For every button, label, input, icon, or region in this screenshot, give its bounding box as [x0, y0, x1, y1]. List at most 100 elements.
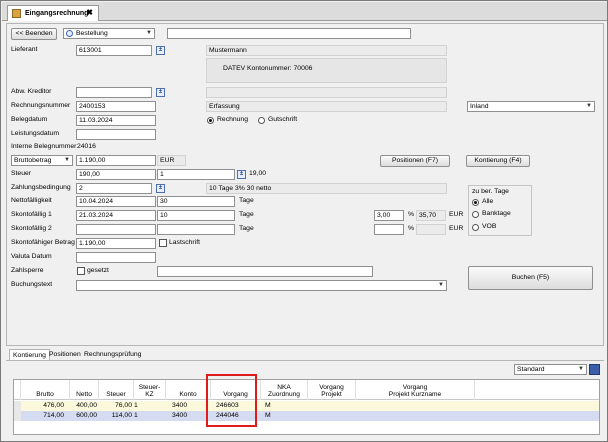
skonto1-amount: 35,70	[416, 210, 446, 221]
lieferant-name: Mustermann	[206, 45, 447, 56]
kontierung-table: Brutto Netto Steuer Steuer- KZ Konto Vor…	[13, 379, 600, 435]
tab-kontierung[interactable]: Kontierung	[9, 349, 50, 360]
percent-label: %	[408, 211, 415, 218]
nettofaelligkeit-label: Nettofälligkeit	[11, 197, 52, 204]
cell-kz: 1	[134, 402, 138, 409]
document-tab-bar: Eingangsrechnung ✖	[2, 2, 607, 21]
rechnungsnummer-label: Rechnungsnummer	[11, 102, 71, 109]
tab-positionen[interactable]: Positionen	[46, 349, 84, 360]
radio-banktage[interactable]	[472, 211, 479, 218]
interne-belegnummer-value: 24016	[77, 143, 96, 150]
zahlungsbedingung-input[interactable]: 2	[76, 183, 152, 194]
tab-eingangsrechnung[interactable]: Eingangsrechnung ✖	[7, 5, 99, 21]
row-indicator	[14, 411, 21, 421]
nettofaelligkeit-input[interactable]: 10.04.2024	[76, 196, 156, 207]
radio-gutschrift[interactable]	[258, 117, 265, 124]
col-konto[interactable]: Konto	[166, 380, 211, 400]
kontierung-button[interactable]: Kontierung (F4)	[466, 155, 530, 167]
invoice-form: << Beenden Bestellung ▼ Lieferant 613001…	[6, 23, 604, 346]
percent-label: %	[408, 225, 415, 232]
grid-settings-icon[interactable]	[589, 364, 600, 375]
buchen-button[interactable]: Buchen (F5)	[468, 266, 593, 290]
skonto2-label: Skontofällig 2	[11, 225, 52, 232]
chevron-down-icon: ▼	[578, 366, 584, 372]
table-row[interactable]: 476,00 400,00 76,00 1 3400 246603 M	[14, 401, 599, 411]
cell-netto: 400,00	[76, 402, 97, 409]
currency-label: EUR	[449, 211, 464, 218]
leistungsdatum-label: Leistungsdatum	[11, 130, 59, 137]
radio-banktage-label: Banktage	[482, 210, 511, 217]
lieferant-picker-icon[interactable]: ±	[156, 46, 165, 55]
radio-alle[interactable]	[472, 199, 479, 206]
col-netto[interactable]: Netto	[70, 380, 99, 400]
lieferant-label: Lieferant	[11, 46, 38, 53]
col-steuer[interactable]: Steuer	[99, 380, 134, 400]
zahlsperre-checkbox[interactable]	[77, 267, 85, 275]
radio-vob-label: VOB	[482, 223, 497, 230]
col-steuer-kz[interactable]: Steuer- KZ	[134, 380, 166, 400]
skonto1-days-input[interactable]: 10	[157, 210, 235, 221]
leistungsdatum-input[interactable]	[76, 129, 156, 140]
info-icon	[66, 30, 73, 37]
skonto1-percent-input[interactable]: 3,00	[374, 210, 404, 221]
mode-select[interactable]: Bestellung ▼	[63, 28, 155, 39]
chevron-down-icon: ▼	[146, 30, 152, 36]
steuer-input[interactable]: 190,00	[76, 169, 156, 180]
betragsart-select-value: Bruttobetrag	[14, 157, 52, 164]
skonto2-percent-input[interactable]	[374, 224, 404, 235]
steuer-code-input[interactable]: 1	[157, 169, 235, 180]
radio-vob[interactable]	[472, 224, 479, 231]
skontofaehiger-betrag-input[interactable]: 1.190,00	[76, 238, 156, 249]
datev-info: DATEV Kontonummer: 70006	[206, 58, 447, 83]
steuer-code-picker-icon[interactable]: ±	[237, 170, 246, 179]
abw-kreditor-input[interactable]	[76, 87, 152, 98]
zahlsperre-label: Zahlsperre	[11, 267, 44, 274]
buchungstext-label: Buchungstext	[11, 281, 53, 288]
lastschrift-checkbox[interactable]	[159, 239, 167, 247]
rechnungsnummer-input[interactable]: 2400153	[76, 101, 156, 112]
zahlungsbedingung-text: 10 Tage 3% 30 netto	[206, 183, 447, 194]
valuta-datum-input[interactable]	[76, 252, 156, 263]
cell-konto: 3400	[172, 402, 188, 409]
region-select[interactable]: Inland ▼	[467, 101, 595, 112]
tab-rechnungspruefung[interactable]: Rechnungsprüfung	[81, 349, 144, 360]
table-row[interactable]: 714,00 600,00 114,00 1 3400 244046 M	[14, 411, 599, 421]
buchungstext-select[interactable]: ▼	[76, 280, 447, 291]
skonto2-days-input[interactable]	[157, 224, 235, 235]
tage-label: Tage	[239, 225, 254, 232]
zahlsperre-grund-input[interactable]	[157, 266, 373, 277]
beenden-button[interactable]: << Beenden	[11, 28, 57, 40]
abw-kreditor-picker-icon[interactable]: ±	[156, 88, 165, 97]
col-brutto[interactable]: Brutto	[21, 380, 70, 400]
chevron-down-icon: ▼	[438, 282, 444, 288]
table-header: Brutto Netto Steuer Steuer- KZ Konto Vor…	[14, 380, 599, 400]
col-vorgang-projekt-kurzname[interactable]: Vorgang Projekt Kurzname	[356, 380, 475, 400]
close-icon[interactable]: ✖	[86, 8, 93, 17]
ber-tage-group: zu ber. Tage Alle Banktage VOB	[468, 185, 532, 236]
lieferant-input[interactable]: 613001	[76, 45, 152, 56]
col-vorgang-projekt[interactable]: Vorgang Projekt	[308, 380, 356, 400]
skonto2-date-input[interactable]	[76, 224, 156, 235]
cell-brutto: 476,00	[43, 402, 64, 409]
betragsart-select[interactable]: Bruttobetrag ▼	[11, 155, 73, 166]
invoice-icon	[12, 9, 21, 18]
skonto2-amount	[416, 224, 446, 235]
cell-netto: 600,00	[76, 412, 97, 419]
mode-search-input[interactable]	[167, 28, 411, 39]
positionen-button[interactable]: Positionen (F7)	[380, 155, 450, 167]
gesetzt-label: gesetzt	[87, 267, 109, 274]
erfassung-field: Erfassung	[206, 101, 447, 112]
col-nka-zuordnung[interactable]: NKA Zuordnung	[261, 380, 308, 400]
zahlungsbedingung-picker-icon[interactable]: ±	[156, 184, 165, 193]
betrag-input[interactable]: 1.190,00	[76, 155, 156, 166]
currency-field: EUR	[157, 155, 186, 166]
nettofaelligkeit-days-input[interactable]: 30	[157, 196, 235, 207]
steuer-rate: 19,00	[249, 170, 267, 177]
skonto1-date-input[interactable]: 21.03.2024	[76, 210, 156, 221]
layout-select[interactable]: Standard ▼	[514, 364, 587, 375]
radio-rechnung[interactable]	[207, 117, 214, 124]
belegdatum-input[interactable]: 11.03.2024	[76, 115, 156, 126]
valuta-datum-label: Valuta Datum	[11, 253, 52, 260]
region-select-value: Inland	[470, 103, 489, 110]
cell-kz: 1	[134, 412, 138, 419]
